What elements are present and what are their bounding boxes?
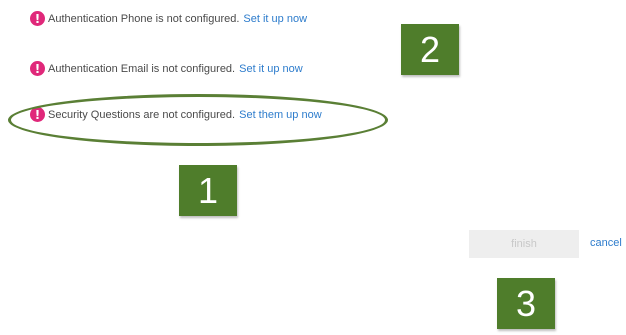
setup-phone-link[interactable]: Set it up now	[243, 13, 307, 25]
status-text-phone: Authentication Phone is not configured.	[48, 12, 240, 25]
highlight-ellipse	[8, 94, 388, 146]
callout-badge-3: 3	[497, 278, 555, 329]
callout-badge-1: 1	[179, 165, 237, 216]
callout-badge-2: 2	[401, 24, 459, 75]
exclamation-circle-icon: !	[30, 61, 45, 76]
status-message-email: ! Authentication Email is not configured…	[30, 61, 303, 76]
status-text-email: Authentication Email is not configured.	[48, 62, 236, 75]
cancel-link[interactable]: cancel	[590, 237, 622, 249]
status-message-phone: ! Authentication Phone is not configured…	[30, 11, 307, 26]
finish-button[interactable]: finish	[469, 230, 579, 258]
exclamation-circle-icon: !	[30, 11, 45, 26]
setup-email-link[interactable]: Set it up now	[239, 63, 303, 75]
